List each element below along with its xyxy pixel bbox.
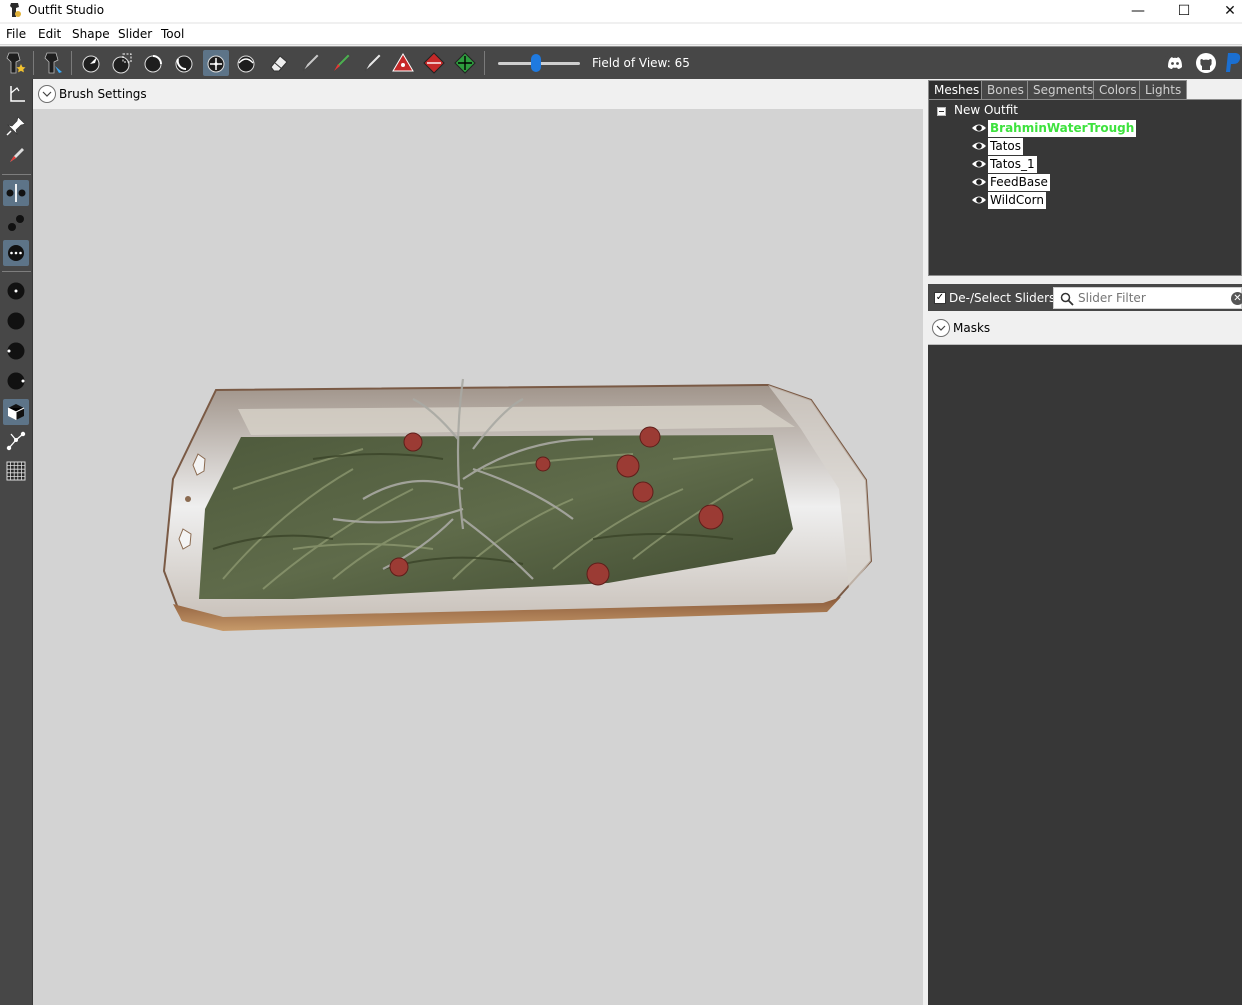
left-toolbar xyxy=(0,79,33,1005)
discord-icon[interactable] xyxy=(1162,50,1188,76)
visibility-eye-icon[interactable] xyxy=(971,122,987,134)
inflate-brush-icon[interactable] xyxy=(140,50,166,76)
maximize-button[interactable]: ☐ xyxy=(1161,0,1207,22)
brush-settings-label: Brush Settings xyxy=(59,87,147,101)
mirror-y-icon[interactable] xyxy=(3,210,29,236)
toolbar: Field of View: 65 xyxy=(0,46,1242,79)
brush-settings-bar: Brush Settings xyxy=(33,79,923,109)
window-title: Outfit Studio xyxy=(28,3,105,17)
title-bar: Outfit Studio — ☐ ✕ xyxy=(0,0,1242,22)
grid-icon[interactable] xyxy=(3,458,29,484)
left-toolbar-separator xyxy=(2,174,31,175)
github-icon[interactable] xyxy=(1193,50,1219,76)
chevron-down-icon xyxy=(936,325,946,331)
mirror-x-icon[interactable] xyxy=(3,180,29,206)
connected-vertices-icon[interactable] xyxy=(3,428,29,454)
tab-meshes[interactable]: Meshes xyxy=(928,80,986,99)
tab-lights[interactable]: Lights xyxy=(1139,80,1188,99)
search-icon xyxy=(1060,292,1074,306)
pivot-pin-icon[interactable] xyxy=(3,113,29,139)
move-brush-icon[interactable] xyxy=(203,50,229,76)
mirror-z-icon[interactable] xyxy=(3,240,29,266)
slider-list xyxy=(928,345,1242,1005)
visibility-eye-icon[interactable] xyxy=(971,158,987,170)
pointer-icon[interactable] xyxy=(78,50,104,76)
outfit-star-icon[interactable] xyxy=(2,50,28,76)
brush-settings-toggle[interactable] xyxy=(38,85,56,103)
mesh-tree: New Outfit BrahminWaterTrough Tatos Tato… xyxy=(928,99,1242,276)
select-rect-icon[interactable] xyxy=(109,50,135,76)
menu-bar: File Edit Shape Slider Tool xyxy=(0,24,1242,45)
visibility-eye-icon[interactable] xyxy=(971,140,987,152)
color-brush-icon[interactable] xyxy=(328,50,354,76)
menu-shape[interactable]: Shape xyxy=(72,27,110,41)
menu-file[interactable]: File xyxy=(6,27,26,41)
3d-viewport[interactable] xyxy=(33,109,923,1005)
view-left-icon[interactable] xyxy=(3,338,29,364)
smooth-brush-icon[interactable] xyxy=(233,50,259,76)
chevron-down-icon xyxy=(42,91,52,97)
weight-brush-icon[interactable] xyxy=(297,50,323,76)
clear-filter-icon[interactable]: ✕ xyxy=(1231,292,1242,305)
deselect-sliders-checkbox[interactable]: ✓ xyxy=(934,292,946,304)
panel-tabs: Meshes Bones Segments Colors Lights xyxy=(928,79,1242,99)
slider-filter-box: ✕ xyxy=(1053,287,1242,309)
app-logo-icon xyxy=(10,3,21,17)
right-panel: Meshes Bones Segments Colors Lights New … xyxy=(925,79,1242,1005)
brahmin-water-trough-render[interactable] xyxy=(33,109,923,1005)
minimize-button[interactable]: — xyxy=(1115,0,1161,22)
slider-filter-input[interactable] xyxy=(1078,290,1228,306)
view-front-icon[interactable] xyxy=(3,278,29,304)
paypal-icon[interactable] xyxy=(1222,50,1242,76)
flip-edge-icon[interactable] xyxy=(421,50,447,76)
slider-header: ✓ De-/Select Sliders ✕ xyxy=(928,284,1242,311)
mesh-name[interactable]: WildCorn xyxy=(988,192,1046,209)
perspective-cube-icon[interactable] xyxy=(3,399,29,425)
masks-label: Masks xyxy=(953,321,991,335)
left-toolbar-separator xyxy=(2,271,31,272)
tab-bones[interactable]: Bones xyxy=(981,80,1030,99)
mesh-name-selected[interactable]: BrahminWaterTrough xyxy=(988,120,1137,137)
visibility-eye-icon[interactable] xyxy=(971,176,987,188)
tab-colors[interactable]: Colors xyxy=(1093,80,1143,99)
menu-slider[interactable]: Slider xyxy=(118,27,152,41)
deselect-sliders-label[interactable]: De-/Select Sliders xyxy=(949,291,1055,305)
alpha-brush-icon[interactable] xyxy=(359,50,385,76)
view-back-icon[interactable] xyxy=(3,308,29,334)
mesh-name[interactable]: Tatos xyxy=(988,138,1023,155)
toolbar-separator xyxy=(71,51,72,75)
field-of-view-slider-thumb[interactable] xyxy=(531,54,541,72)
vertex-edit-icon[interactable] xyxy=(3,142,29,168)
view-right-icon[interactable] xyxy=(3,368,29,394)
visibility-eye-icon[interactable] xyxy=(971,194,987,206)
close-button[interactable]: ✕ xyxy=(1207,0,1242,22)
transform-icon[interactable] xyxy=(3,82,29,108)
deflate-brush-icon[interactable] xyxy=(171,50,197,76)
masks-toggle[interactable] xyxy=(932,319,950,337)
collapse-vertex-icon[interactable] xyxy=(390,50,416,76)
menu-tool[interactable]: Tool xyxy=(161,27,184,41)
outfit-brush-icon[interactable] xyxy=(40,50,66,76)
split-edge-icon[interactable] xyxy=(452,50,478,76)
mesh-name[interactable]: Tatos_1 xyxy=(988,156,1037,173)
outfit-studio-window: Outfit Studio — ☐ ✕ File Edit Shape Slid… xyxy=(0,0,1242,1005)
tree-root-outfit[interactable]: New Outfit xyxy=(954,103,1018,117)
toolbar-separator xyxy=(484,51,485,75)
masks-bar: Masks xyxy=(928,311,1242,345)
mesh-name[interactable]: FeedBase xyxy=(988,174,1050,191)
eraser-icon[interactable] xyxy=(266,50,292,76)
menu-edit[interactable]: Edit xyxy=(38,27,61,41)
toolbar-separator xyxy=(33,51,34,75)
tab-segments[interactable]: Segments xyxy=(1027,80,1100,99)
field-of-view-label: Field of View: 65 xyxy=(592,56,690,70)
tree-collapse-toggle[interactable] xyxy=(937,107,946,116)
